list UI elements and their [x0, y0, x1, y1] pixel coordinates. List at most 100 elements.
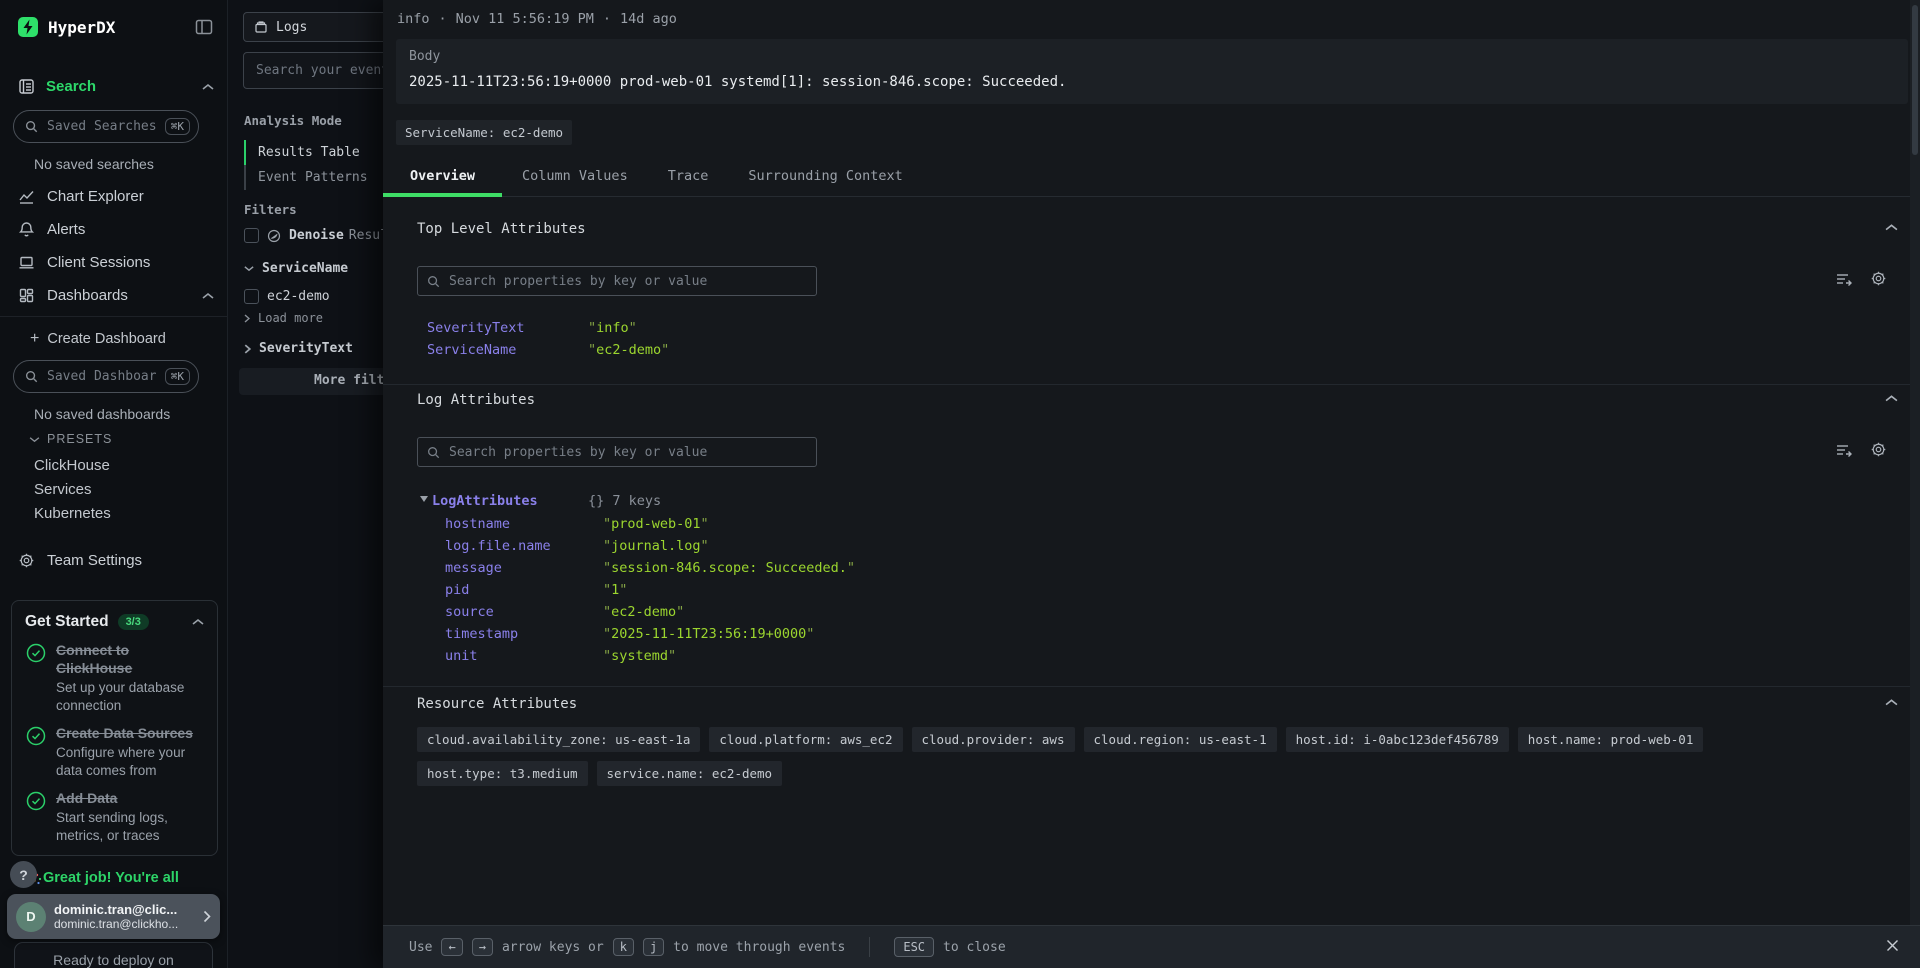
attr-key[interactable]: log.file.name [445, 538, 551, 554]
preset-services[interactable]: Services [34, 481, 92, 498]
load-more-button[interactable]: Load more [244, 311, 323, 325]
panel-scrollbar[interactable] [1910, 0, 1920, 925]
filter-lines-icon[interactable] [1835, 442, 1853, 458]
chevron-up-icon[interactable] [202, 292, 214, 300]
caret-down-icon[interactable] [420, 496, 428, 502]
help-button[interactable]: ? [10, 861, 37, 888]
attr-value[interactable]: "2025-11-11T23:56:19+0000" [603, 626, 814, 642]
saved-searches-input[interactable]: ⌘K [13, 110, 199, 143]
brand-logo[interactable]: HyperDX [17, 16, 115, 38]
value-checkbox[interactable] [244, 289, 259, 304]
saved-searches-field[interactable] [45, 118, 158, 135]
sidebar-item-chart-explorer[interactable]: Chart Explorer [18, 188, 214, 205]
chevron-up-icon[interactable] [1885, 223, 1898, 232]
sidebar-item-alerts[interactable]: Alerts [18, 221, 214, 238]
denoise-filter[interactable]: Denoise Results [244, 228, 383, 243]
attr-key[interactable]: unit [445, 648, 478, 664]
event-search-input[interactable] [254, 62, 383, 79]
filter-lines-icon[interactable] [1835, 271, 1853, 287]
get-started-title: Get Started [25, 613, 109, 631]
checklist-item[interactable]: Create Data Sources Configure where your… [25, 725, 204, 779]
sidebar-item-dashboards[interactable]: Dashboards [18, 287, 214, 304]
attr-value[interactable]: "prod-web-01" [603, 516, 709, 532]
log-attrs-search-input[interactable] [447, 444, 807, 461]
filter-value-ec2-demo[interactable]: ec2-demo [244, 289, 330, 304]
chevron-up-icon[interactable] [202, 83, 214, 91]
user-menu[interactable]: D dominic.tran@clic... dominic.tran@clic… [7, 894, 220, 939]
attr-value[interactable]: "info" [588, 320, 637, 336]
resource-chip[interactable]: host.type: t3.medium [417, 761, 588, 786]
chevron-up-icon[interactable] [1885, 698, 1898, 707]
attr-keys-count: {} 7 keys [588, 493, 661, 509]
sidebar-collapse-icon[interactable] [194, 17, 214, 37]
attr-key[interactable]: LogAttributes [432, 493, 538, 509]
mode-results-table[interactable]: Results Table [244, 140, 383, 165]
sidebar-item-client-sessions[interactable]: Client Sessions [18, 254, 214, 271]
sidebar-item-team-settings[interactable]: Team Settings [18, 552, 214, 569]
attr-value[interactable]: "ec2-demo" [603, 604, 684, 620]
nav-label: Alerts [47, 221, 85, 238]
denoise-checkbox[interactable] [244, 228, 259, 243]
checklist-item[interactable]: Connect to ClickHouse Set up your databa… [25, 642, 204, 714]
service-name-tag[interactable]: ServiceName: ec2-demo [396, 120, 572, 145]
attr-key[interactable]: source [445, 604, 494, 620]
create-dashboard-button[interactable]: + Create Dashboard [30, 331, 166, 347]
preset-kubernetes[interactable]: Kubernetes [34, 505, 111, 522]
source-selector-label: Logs [276, 20, 307, 35]
check-circle-icon [25, 790, 47, 844]
attr-value[interactable]: "ec2-demo" [588, 342, 669, 358]
attr-value[interactable]: "session-846.scope: Succeeded." [603, 560, 855, 576]
laptop-icon [18, 254, 35, 271]
gear-icon[interactable] [1870, 441, 1887, 458]
event-search-box[interactable] [243, 52, 383, 89]
top-level-search-box[interactable] [417, 266, 817, 296]
scrollbar-thumb[interactable] [1912, 5, 1918, 155]
attr-key[interactable]: pid [445, 582, 469, 598]
attr-key[interactable]: SeverityText [427, 320, 525, 336]
mode-event-patterns[interactable]: Event Patterns [244, 165, 383, 190]
tab-column-values[interactable]: Column Values [502, 157, 648, 196]
tab-trace[interactable]: Trace [648, 157, 729, 196]
attr-row-log-file-name: log.file.name "journal.log" [383, 538, 1920, 560]
close-icon[interactable] [1885, 938, 1900, 953]
tab-surrounding-context[interactable]: Surrounding Context [728, 157, 922, 196]
filter-group-servicename[interactable]: ServiceName [244, 261, 348, 276]
saved-dashboards-field[interactable] [45, 368, 158, 385]
j-key: j [643, 938, 664, 956]
attr-key[interactable]: message [445, 560, 502, 576]
gear-icon[interactable] [1870, 270, 1887, 287]
top-level-search-input[interactable] [447, 273, 807, 290]
attr-key[interactable]: timestamp [445, 626, 518, 642]
sidebar-item-search[interactable]: Search [18, 78, 214, 95]
attr-value[interactable]: "1" [603, 582, 627, 598]
resource-chip[interactable]: host.id: i-0abc123def456789 [1286, 727, 1509, 752]
body-text[interactable]: 2025-11-11T23:56:19+0000 prod-web-01 sys… [409, 74, 1895, 90]
resource-chip[interactable]: cloud.region: us-east-1 [1084, 727, 1277, 752]
preset-clickhouse[interactable]: ClickHouse [34, 457, 110, 474]
nav-label: Dashboards [47, 287, 190, 304]
chevron-up-icon[interactable] [192, 618, 204, 626]
filter-group-severitytext[interactable]: SeverityText [244, 341, 353, 356]
resource-chip[interactable]: host.name: prod-web-01 [1518, 727, 1704, 752]
log-attrs-search-box[interactable] [417, 437, 817, 467]
resource-chip[interactable]: service.name: ec2-demo [597, 761, 783, 786]
attr-row-severitytext: SeverityText "info" [383, 320, 1920, 342]
chart-icon [18, 188, 35, 205]
attr-value[interactable]: "systemd" [603, 648, 676, 664]
logs-source-icon [254, 20, 268, 34]
deploy-banner[interactable]: Ready to deploy on [14, 942, 213, 968]
chevron-up-icon[interactable] [1885, 394, 1898, 403]
no-saved-searches-text: No saved searches [34, 156, 154, 172]
checklist-item[interactable]: Add Data Start sending logs, metrics, or… [25, 790, 204, 844]
presets-toggle[interactable]: PRESETS [29, 432, 112, 446]
more-filters-button[interactable]: More filters [239, 368, 383, 395]
saved-dashboards-input[interactable]: ⌘K [13, 360, 199, 393]
attr-value[interactable]: "journal.log" [603, 538, 709, 554]
resource-chip[interactable]: cloud.provider: aws [912, 727, 1075, 752]
resource-chip[interactable]: cloud.availability_zone: us-east-1a [417, 727, 700, 752]
tab-overview[interactable]: Overview [383, 157, 502, 196]
source-selector-button[interactable]: Logs [243, 12, 383, 42]
resource-chip[interactable]: cloud.platform: aws_ec2 [709, 727, 902, 752]
attr-key[interactable]: ServiceName [427, 342, 516, 358]
attr-key[interactable]: hostname [445, 516, 510, 532]
